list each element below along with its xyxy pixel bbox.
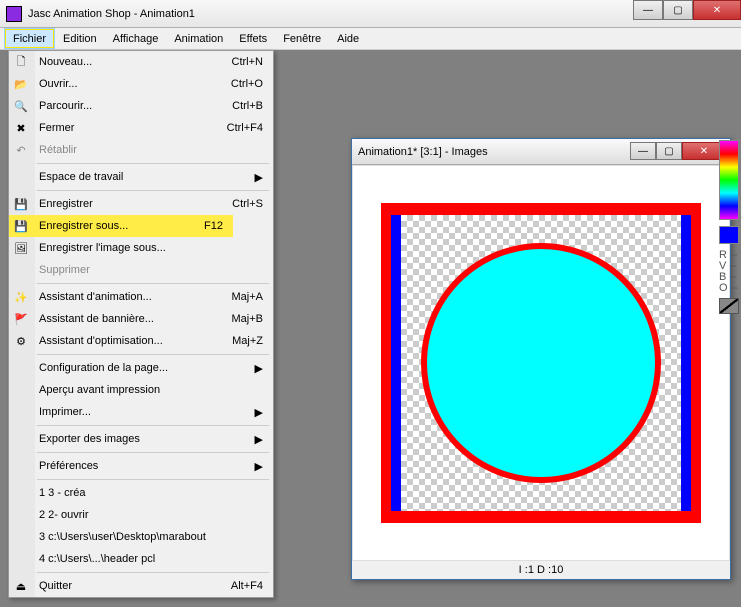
banner-icon: 🚩: [13, 311, 29, 327]
child-window: Animation1* [3:1] - Images — ▢ ✕ I :1 D …: [351, 138, 731, 580]
title-text: Jasc Animation Shop - Animation1: [28, 8, 195, 20]
optimize-wizard-icon: ⚙: [13, 333, 29, 349]
frame-border-red: [381, 203, 701, 523]
canvas-checkerboard: [401, 215, 681, 511]
menu-edition[interactable]: Edition: [55, 28, 105, 49]
menu-config-page[interactable]: Configuration de la page...▶: [9, 357, 273, 379]
menu-recent-1[interactable]: 1 3 - créa: [9, 482, 273, 504]
save-as-icon: 💾: [13, 218, 29, 234]
menu-retablir: ↶Rétablir: [9, 139, 273, 161]
menu-exporter-images[interactable]: Exporter des images▶: [9, 428, 273, 450]
new-icon: 🗋: [13, 54, 29, 70]
menu-parcourir[interactable]: 🔍Parcourir...Ctrl+B: [9, 95, 273, 117]
save-frame-icon: 🖼: [13, 240, 29, 256]
menu-animation[interactable]: Animation: [166, 28, 231, 49]
menu-enregistrer-image-sous[interactable]: 🖼Enregistrer l'image sous...: [9, 237, 273, 259]
menu-assistant-banniere[interactable]: 🚩Assistant de bannière...Maj+B: [9, 308, 273, 330]
child-title-bar: Animation1* [3:1] - Images — ▢ ✕: [352, 139, 730, 165]
menu-espace-travail[interactable]: Espace de travail▶: [9, 166, 273, 188]
window-controls: — ▢ ✕: [633, 0, 741, 20]
child-canvas[interactable]: [352, 165, 730, 561]
menu-ouvrir[interactable]: 📂Ouvrir...Ctrl+O: [9, 73, 273, 95]
menu-recent-3[interactable]: 3 c:\Users\user\Desktop\marabout: [9, 526, 273, 548]
menu-enregistrer-sous[interactable]: 💾Enregistrer sous...F12: [9, 215, 233, 237]
selected-color-swatch[interactable]: [719, 226, 739, 244]
minimize-button[interactable]: —: [633, 0, 663, 20]
cyan-circle: [421, 243, 661, 483]
color-spectrum[interactable]: [719, 140, 739, 220]
menu-assistant-animation[interactable]: ✨Assistant d'animation...Maj+A: [9, 286, 273, 308]
menu-assistant-optimisation[interactable]: ⚙Assistant d'optimisation...Maj+Z: [9, 330, 273, 352]
color-palette: R -- V -- B -- O --: [719, 140, 741, 314]
close-button[interactable]: ✕: [693, 0, 741, 20]
menu-aide[interactable]: Aide: [329, 28, 367, 49]
menu-affichage[interactable]: Affichage: [105, 28, 167, 49]
color-readout: R -- V -- B -- O --: [719, 250, 741, 294]
close-doc-icon: ✖: [13, 120, 29, 136]
menu-effets[interactable]: Effets: [231, 28, 275, 49]
menu-nouveau[interactable]: 🗋Nouveau...Ctrl+N: [9, 51, 273, 73]
menu-quitter[interactable]: ⏏QuitterAlt+F4: [9, 575, 273, 597]
menu-fermer[interactable]: ✖FermerCtrl+F4: [9, 117, 273, 139]
undo-icon: ↶: [13, 142, 29, 158]
no-color-swatch[interactable]: [719, 298, 739, 314]
menu-fichier[interactable]: Fichier: [4, 28, 55, 49]
menu-fenetre[interactable]: Fenêtre: [275, 28, 329, 49]
save-icon: 💾: [13, 196, 29, 212]
wizard-anim-icon: ✨: [13, 289, 29, 305]
menu-apercu-impression[interactable]: Aperçu avant impression: [9, 379, 273, 401]
browse-icon: 🔍: [13, 98, 29, 114]
open-icon: 📂: [13, 76, 29, 92]
file-menu-dropdown: 🗋Nouveau...Ctrl+N 📂Ouvrir...Ctrl+O 🔍Parc…: [8, 50, 274, 598]
menu-recent-2[interactable]: 2 2- ouvrir: [9, 504, 273, 526]
menu-bar: Fichier Edition Affichage Animation Effe…: [0, 28, 741, 50]
child-maximize-button[interactable]: ▢: [656, 142, 682, 160]
title-bar: Jasc Animation Shop - Animation1 — ▢ ✕: [0, 0, 741, 28]
maximize-button[interactable]: ▢: [663, 0, 693, 20]
app-icon: [6, 6, 22, 22]
menu-supprimer: Supprimer: [9, 259, 273, 281]
child-title-text: Animation1* [3:1] - Images: [358, 146, 488, 158]
frame-border-blue: [391, 215, 691, 511]
child-status-bar: I :1 D :10: [352, 561, 730, 579]
menu-enregistrer[interactable]: 💾EnregistrerCtrl+S: [9, 193, 273, 215]
quit-icon: ⏏: [13, 578, 29, 594]
menu-recent-4[interactable]: 4 c:\Users\...\header pcl: [9, 548, 273, 570]
menu-imprimer[interactable]: Imprimer...▶: [9, 401, 273, 423]
menu-preferences[interactable]: Préférences▶: [9, 455, 273, 477]
child-minimize-button[interactable]: —: [630, 142, 656, 160]
